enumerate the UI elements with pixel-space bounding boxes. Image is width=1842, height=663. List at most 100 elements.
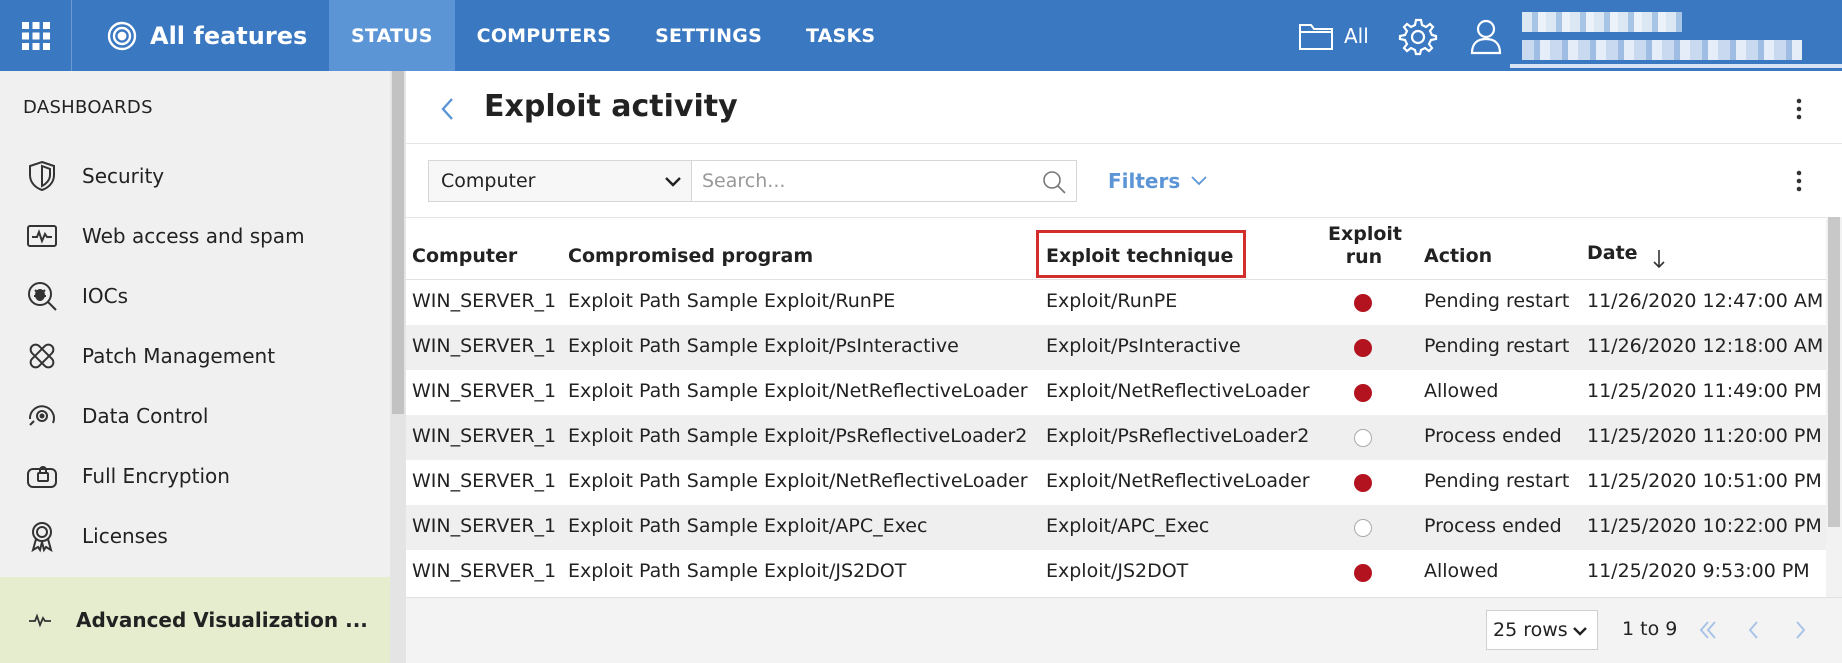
kebab-menu-icon[interactable] bbox=[1784, 165, 1814, 197]
table-header: Computer Compromised program Exploit tec… bbox=[406, 218, 1826, 280]
magnifier-bug-icon bbox=[24, 278, 60, 314]
table-row[interactable]: WIN_SERVER_1 Exploit Path Sample Exploit/… bbox=[406, 370, 1826, 415]
sidebar-item-advanced-visualization[interactable]: Advanced Visualization ... bbox=[0, 577, 390, 663]
cell-date: 11/25/2020 9:53:00 PM bbox=[1587, 560, 1810, 582]
header-exploit-run-line1: Exploit bbox=[1328, 223, 1402, 245]
header-action[interactable]: Action bbox=[1424, 245, 1492, 267]
main-panel: Exploit activity Computer Filters Comput… bbox=[406, 71, 1842, 663]
search-icon[interactable] bbox=[1042, 170, 1066, 194]
sidebar-item-full-encryption[interactable]: Full Encryption bbox=[0, 446, 390, 506]
cell-action: Pending restart bbox=[1424, 290, 1570, 312]
previous-page-button[interactable] bbox=[1734, 612, 1774, 648]
sidebar-item-web-access[interactable]: Web access and spam bbox=[0, 206, 390, 266]
sidebar-item-label: IOCs bbox=[82, 284, 129, 308]
brand-label: All features bbox=[150, 21, 308, 50]
user-icon[interactable] bbox=[1466, 16, 1506, 56]
exploit-run-empty-dot-icon bbox=[1354, 429, 1372, 447]
sidebar-item-label: Web access and spam bbox=[82, 224, 305, 248]
page-range: 1 to 9 bbox=[1622, 618, 1678, 640]
cell-date: 11/26/2020 12:18:00 AM bbox=[1587, 335, 1824, 357]
table-row[interactable]: WIN_SERVER_1 Exploit Path Sample Exploit/… bbox=[406, 505, 1826, 550]
double-chevron-left-icon bbox=[1699, 621, 1716, 639]
brand[interactable]: All features bbox=[106, 0, 307, 71]
cell-computer: WIN_SERVER_1 bbox=[412, 515, 557, 537]
cell-program: Exploit Path Sample Exploit/RunPE bbox=[568, 290, 896, 312]
first-page-button[interactable] bbox=[1688, 612, 1728, 648]
sidebar-scrollbar-thumb[interactable] bbox=[392, 71, 404, 414]
chevron-right-icon bbox=[1796, 621, 1806, 639]
rows-per-page-select[interactable]: 25 rows bbox=[1486, 610, 1598, 650]
apps-grid-icon[interactable] bbox=[0, 0, 72, 71]
cell-technique: Exploit/NetReflectiveLoader bbox=[1046, 470, 1310, 492]
table-row[interactable]: WIN_SERVER_1 Exploit Path Sample Exploit/… bbox=[406, 280, 1826, 325]
cell-program: Exploit Path Sample Exploit/JS2DOT bbox=[568, 560, 907, 582]
table-row[interactable]: WIN_SERVER_1 Exploit Path Sample Exploit/… bbox=[406, 550, 1826, 595]
gear-icon[interactable] bbox=[1398, 16, 1438, 56]
account-name-redacted bbox=[1522, 12, 1682, 32]
sidebar-item-label: Licenses bbox=[82, 524, 168, 548]
pulse-line-icon bbox=[29, 613, 51, 628]
cell-action: Pending restart bbox=[1424, 335, 1570, 357]
shield-icon bbox=[24, 158, 60, 194]
sidebar-item-security[interactable]: Security bbox=[0, 146, 390, 206]
cell-action: Process ended bbox=[1424, 425, 1562, 447]
filters-button[interactable]: Filters bbox=[1108, 169, 1208, 193]
cell-technique: Exploit/PsInteractive bbox=[1046, 335, 1241, 357]
table-row[interactable]: WIN_SERVER_1 Exploit Path Sample Exploit/… bbox=[406, 460, 1826, 505]
sidebar-item-iocs[interactable]: IOCs bbox=[0, 266, 390, 326]
search-input[interactable] bbox=[702, 167, 1022, 195]
sort-down-arrow-icon[interactable] bbox=[1651, 248, 1667, 270]
folder-filter-button[interactable]: All bbox=[1298, 0, 1369, 71]
table-scrollbar-thumb[interactable] bbox=[1828, 217, 1840, 527]
data-eye-icon bbox=[24, 398, 60, 434]
header-compromised-program[interactable]: Compromised program bbox=[568, 245, 813, 267]
tab-status[interactable]: STATUS bbox=[329, 0, 455, 71]
sidebar-item-patch-management[interactable]: Patch Management bbox=[0, 326, 390, 386]
sidebar-item-label: Patch Management bbox=[82, 344, 276, 368]
sidebar-item-label: Security bbox=[82, 164, 165, 188]
cell-date: 11/25/2020 10:22:00 PM bbox=[1587, 515, 1822, 537]
cell-computer: WIN_SERVER_1 bbox=[412, 425, 557, 447]
sidebar-item-data-control[interactable]: Data Control bbox=[0, 386, 390, 446]
chevron-down-icon bbox=[665, 177, 681, 187]
exploit-run-filled-dot-icon bbox=[1354, 294, 1372, 312]
cell-action: Pending restart bbox=[1424, 470, 1570, 492]
header-exploit-run[interactable]: Exploit run bbox=[1328, 223, 1402, 269]
account-email-redacted bbox=[1522, 40, 1802, 60]
rows-per-page-value: 25 rows bbox=[1493, 619, 1568, 641]
cell-technique: Exploit/PsReflectiveLoader2 bbox=[1046, 425, 1310, 447]
account-underline bbox=[1510, 64, 1842, 68]
encrypted-drive-icon bbox=[24, 458, 60, 494]
exploit-run-empty-dot-icon bbox=[1354, 519, 1372, 537]
account-info-redacted[interactable] bbox=[1510, 0, 1842, 71]
table-row[interactable]: WIN_SERVER_1 Exploit Path Sample Exploit/… bbox=[406, 325, 1826, 370]
exploit-run-filled-dot-icon bbox=[1354, 564, 1372, 582]
tab-computers[interactable]: COMPUTERS bbox=[455, 0, 633, 71]
cell-computer: WIN_SERVER_1 bbox=[412, 290, 557, 312]
main-nav: STATUS COMPUTERS SETTINGS TASKS bbox=[329, 0, 897, 71]
cell-action: Process ended bbox=[1424, 515, 1562, 537]
chevron-down-icon bbox=[1191, 176, 1207, 186]
chevron-left-icon bbox=[1748, 621, 1758, 639]
kebab-menu-icon[interactable] bbox=[1784, 93, 1814, 125]
back-chevron-icon[interactable] bbox=[434, 93, 462, 125]
cell-program: Exploit Path Sample Exploit/NetReflectiv… bbox=[568, 470, 1028, 492]
header-date[interactable]: Date bbox=[1587, 242, 1638, 264]
exploit-run-filled-dot-icon bbox=[1354, 474, 1372, 492]
sidebar-item-label: Data Control bbox=[82, 404, 209, 428]
sidebar-item-licenses[interactable]: Licenses bbox=[0, 506, 390, 566]
sidebar-scrollbar[interactable] bbox=[390, 71, 406, 663]
tab-tasks[interactable]: TASKS bbox=[784, 0, 897, 71]
table-row[interactable]: WIN_SERVER_1 Exploit Path Sample Exploit/… bbox=[406, 415, 1826, 460]
search-column-select[interactable]: Computer bbox=[428, 160, 692, 202]
cell-date: 11/26/2020 12:47:00 AM bbox=[1587, 290, 1824, 312]
exploit-run-filled-dot-icon bbox=[1354, 384, 1372, 402]
exploit-table: Computer Compromised program Exploit tec… bbox=[406, 217, 1826, 597]
cell-date: 11/25/2020 11:20:00 PM bbox=[1587, 425, 1822, 447]
next-page-button[interactable] bbox=[1780, 612, 1820, 648]
tab-settings[interactable]: SETTINGS bbox=[633, 0, 784, 71]
table-scrollbar[interactable] bbox=[1826, 217, 1842, 597]
sidebar: DASHBOARDS Security Web access and spam … bbox=[0, 71, 390, 663]
divider bbox=[406, 143, 1842, 144]
header-computer[interactable]: Computer bbox=[412, 245, 517, 267]
